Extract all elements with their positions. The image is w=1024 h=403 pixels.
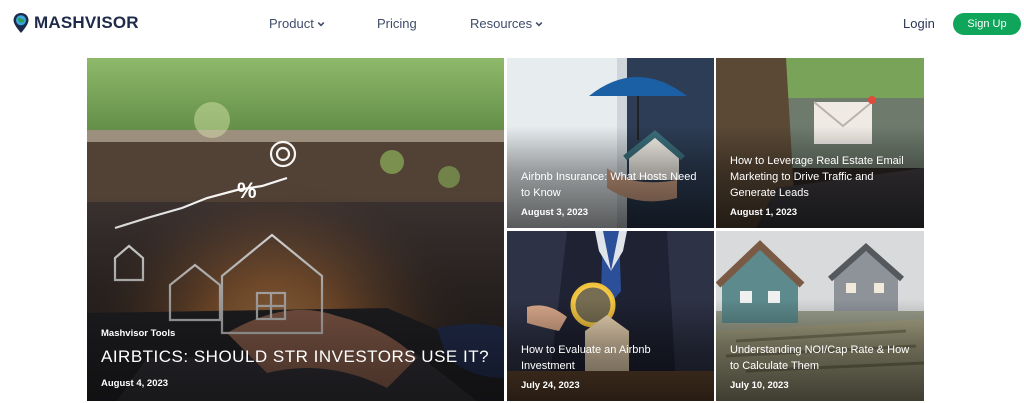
login-link[interactable]: Login <box>903 16 935 31</box>
chevron-down-icon <box>317 21 325 27</box>
article-text: How to Leverage Real Estate Email Market… <box>730 153 912 218</box>
featured-article-title[interactable]: AIRBTICS: SHOULD STR INVESTORS USE IT? <box>101 346 492 368</box>
site-header: MASHVISOR Product Pricing Resources Logi… <box>0 0 1024 48</box>
nav-pricing[interactable]: Pricing <box>377 16 417 31</box>
article-title[interactable]: How to Leverage Real Estate Email Market… <box>730 153 912 201</box>
brand-logo[interactable]: MASHVISOR <box>12 11 139 35</box>
article-card[interactable]: How to Leverage Real Estate Email Market… <box>716 58 924 228</box>
featured-article-date: August 4, 2023 <box>101 378 169 389</box>
map-pin-globe-icon <box>13 13 29 33</box>
article-text: Understanding NOI/Cap Rate & How to Calc… <box>730 342 912 391</box>
featured-article-text: Mashvisor Tools AIRBTICS: SHOULD STR INV… <box>101 328 492 389</box>
nav-resources[interactable]: Resources <box>470 16 543 31</box>
nav-pricing-label: Pricing <box>377 16 417 31</box>
article-title[interactable]: Understanding NOI/Cap Rate & How to Calc… <box>730 342 912 374</box>
article-text: Airbnb Insurance: What Hosts Need to Kno… <box>521 169 702 218</box>
article-text: How to Evaluate an Airbnb Investment Jul… <box>521 342 702 391</box>
nav-resources-label: Resources <box>470 16 533 31</box>
article-card[interactable]: How to Evaluate an Airbnb Investment Jul… <box>507 231 714 401</box>
article-date: August 3, 2023 <box>521 207 589 218</box>
article-date: July 10, 2023 <box>730 380 789 391</box>
article-title[interactable]: Airbnb Insurance: What Hosts Need to Kno… <box>521 169 702 201</box>
article-card[interactable]: Understanding NOI/Cap Rate & How to Calc… <box>716 231 924 401</box>
article-date: July 24, 2023 <box>521 380 580 391</box>
featured-article-card[interactable]: % Mashvisor Tools AIRBTICS: SHOULD STR I… <box>87 58 504 401</box>
chevron-down-icon <box>535 21 543 27</box>
article-card[interactable]: Airbnb Insurance: What Hosts Need to Kno… <box>507 58 714 228</box>
sign-up-button[interactable]: Sign Up <box>953 13 1021 35</box>
article-category[interactable]: Mashvisor Tools <box>101 328 492 339</box>
nav-product[interactable]: Product <box>269 16 325 31</box>
brand-name: MASHVISOR <box>34 13 139 32</box>
article-date: August 1, 2023 <box>730 207 798 218</box>
nav-product-label: Product <box>269 16 314 31</box>
article-title[interactable]: How to Evaluate an Airbnb Investment <box>521 342 702 374</box>
